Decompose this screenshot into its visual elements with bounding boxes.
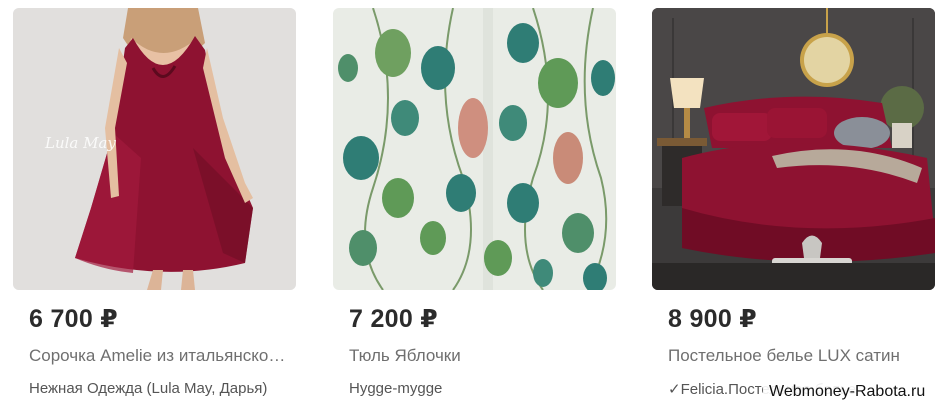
product-price: 8 900 ₽ xyxy=(668,305,758,333)
shop-name-link[interactable]: Нежная Одежда (Lula May, Дарья) xyxy=(29,380,291,397)
product-title-link[interactable]: Постельное белье LUX сатин xyxy=(668,346,930,366)
product-price: 6 700 ₽ xyxy=(29,305,119,333)
shop-name-link[interactable]: Hygge-mygge xyxy=(349,380,611,397)
product-title-link[interactable]: Сорочка Amelie из итальянского льна xyxy=(29,346,291,366)
product-card[interactable]: 7 200 ₽ Тюль Яблочки Hygge-mygge xyxy=(333,8,616,408)
product-title-link[interactable]: Тюль Яблочки xyxy=(349,346,611,366)
product-photo-tulle[interactable] xyxy=(333,8,616,290)
product-card[interactable]: 8 900 ₽ Постельное белье LUX сатин ✓Feli… xyxy=(652,8,935,408)
product-price: 7 200 ₽ xyxy=(349,305,439,333)
lula-may-logo: Lula May xyxy=(44,134,116,152)
product-photo-bedding[interactable] xyxy=(652,8,935,290)
product-photo-dress[interactable]: Lula May xyxy=(13,8,296,290)
eucalyptus-fabric-photo-icon xyxy=(333,8,616,290)
product-card[interactable]: Lula May 6 700 ₽ Сорочка Amelie из италь… xyxy=(13,8,296,408)
dress-photo-icon: Lula May xyxy=(13,8,296,290)
site-watermark: Webmoney-Rabota.ru xyxy=(763,381,932,403)
bedroom-photo-icon xyxy=(652,8,935,290)
